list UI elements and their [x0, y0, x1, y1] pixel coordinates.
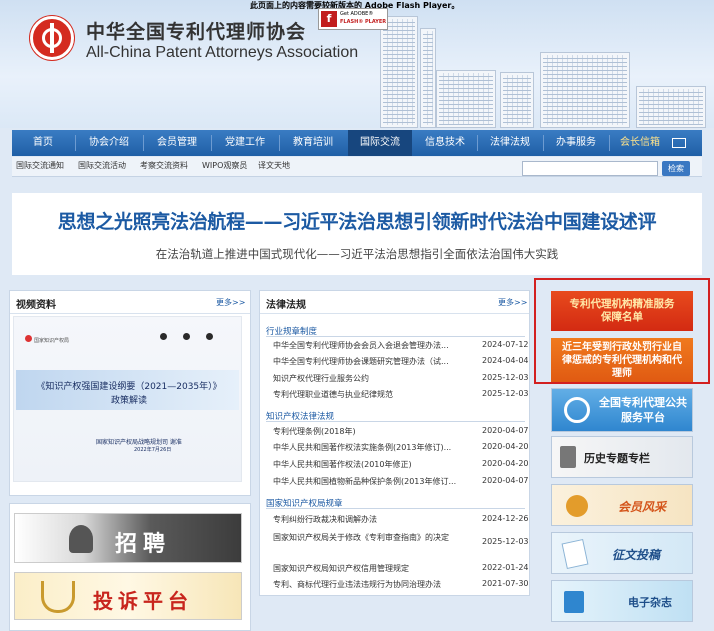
- public-service-platform-button[interactable]: 全国专利代理公共服务平台: [551, 388, 693, 432]
- subnav-item-translations[interactable]: 译文天地: [258, 160, 290, 171]
- public-service-platform-label: 全国专利代理公共服务平台: [599, 396, 687, 424]
- nav-item-members[interactable]: 会员管理: [144, 130, 210, 156]
- cnipa-logo-icon: [25, 335, 32, 342]
- law-date: 2024-07-12: [482, 340, 529, 349]
- law-date: 2022-01-24: [482, 563, 529, 572]
- search-button[interactable]: 检索: [662, 161, 690, 176]
- law-date: 2020-04-20: [482, 442, 529, 451]
- video-org: 国家知识产权局战略规划司 谢准: [96, 439, 182, 446]
- ezine-button[interactable]: 电子杂志: [551, 580, 693, 622]
- nav-item-about[interactable]: 协会介绍: [76, 130, 142, 156]
- nav-item-international[interactable]: 国际交流: [348, 130, 412, 156]
- book-icon: [560, 446, 576, 468]
- building-image: [420, 28, 436, 128]
- video-panel-title: 视频资料: [16, 300, 56, 311]
- dot-decoration: [183, 333, 190, 340]
- subnav-item-materials[interactable]: 考察交流资料: [140, 160, 188, 171]
- building-image: [380, 16, 418, 128]
- globe-icon: [564, 397, 590, 423]
- subnav-item-wipo[interactable]: WIPO观察员: [202, 160, 247, 171]
- mail-icon[interactable]: [672, 138, 686, 148]
- law-item[interactable]: 国家知识产权局关于修改《专利审查指南》的决定: [273, 530, 453, 562]
- laws-more-link[interactable]: 更多>>: [498, 297, 527, 308]
- building-image: [500, 72, 534, 128]
- video-more-link[interactable]: 更多>>: [216, 297, 245, 308]
- recruit-banner[interactable]: 招聘: [14, 513, 242, 563]
- ezine-label: 电子杂志: [628, 596, 672, 609]
- search-input[interactable]: [522, 161, 658, 176]
- subnav-item-activities[interactable]: 国际交流活动: [78, 160, 126, 171]
- subnav-item-notice[interactable]: 国际交流通知: [16, 160, 64, 171]
- video-date: 2022年7月26日: [134, 447, 172, 453]
- member-style-button[interactable]: 会员风采: [551, 484, 693, 526]
- nav-item-training[interactable]: 教育培训: [280, 130, 346, 156]
- video-title-line1: 《知识产权强国建设纲要（2021—2035年）》: [36, 382, 222, 392]
- law-date: 2020-04-20: [482, 459, 529, 468]
- paper-icon: [561, 538, 589, 570]
- law-date: 2020-04-07: [482, 426, 529, 435]
- precision-service-list-banner[interactable]: 专利代理机构精准服务保障名单: [551, 291, 693, 331]
- law-item[interactable]: 中华人民共和国著作权法实施条例(2013年修订)...: [273, 442, 468, 453]
- magazine-icon: [564, 591, 584, 613]
- scales-icon: [41, 581, 75, 613]
- law-date: 2024-04-04: [482, 356, 529, 365]
- law-item[interactable]: 专利代理条例(2018年): [273, 426, 468, 437]
- banner-title[interactable]: 思想之光照亮法治航程——习近平法治思想引领新时代法治中国建设述评: [12, 207, 702, 234]
- member-style-label: 会员风采: [618, 500, 667, 514]
- law-date: 2020-04-07: [482, 476, 529, 485]
- flash-icon: f: [321, 11, 337, 27]
- law-item[interactable]: 中华全国专利代理师协会会员入会退会管理办法...: [273, 340, 468, 351]
- nav-item-laws[interactable]: 法律法规: [478, 130, 542, 156]
- dot-decoration: [160, 333, 167, 340]
- essay-submission-button[interactable]: 征文投稿: [551, 532, 693, 574]
- history-column-label: 历史专题专栏: [584, 452, 650, 465]
- flash-badge-line1: Get ADOBE®: [340, 11, 374, 17]
- law-item[interactable]: 专利、商标代理行业违法违规行为协同治理办法: [273, 579, 468, 590]
- nav-item-it[interactable]: 信息技术: [414, 130, 476, 156]
- nav-item-party[interactable]: 党建工作: [212, 130, 278, 156]
- law-date: 2025-12-03: [482, 373, 529, 382]
- law-date: 2025-12-03: [482, 389, 529, 398]
- nav-item-services[interactable]: 办事服务: [544, 130, 608, 156]
- association-logo[interactable]: [30, 16, 74, 60]
- building-image: [636, 86, 706, 128]
- law-item[interactable]: 中华全国专利代理师协会课题研究管理办法（试...: [273, 356, 468, 367]
- complaint-banner[interactable]: 投诉平台: [14, 572, 242, 620]
- headline-banner[interactable]: [12, 193, 702, 275]
- person-icon: [69, 525, 93, 553]
- penalty-list-banner[interactable]: 近三年受到行政处罚行业自律惩戒的专利代理机构和代理师: [551, 338, 693, 382]
- recruit-label: 招聘: [115, 531, 172, 557]
- banner-subtitle[interactable]: 在法治轨道上推进中国式现代化——习近平法治思想指引全面依法治国伟大实践: [12, 246, 702, 262]
- history-column-button[interactable]: 历史专题专栏: [551, 436, 693, 478]
- site-name-cn: 中华全国专利代理师协会: [86, 21, 307, 43]
- cnipa-logo-text: 国家知识产权局: [34, 338, 70, 344]
- law-item[interactable]: 专利代理职业道德与执业纪律规范: [273, 389, 468, 400]
- video-title-line2: 政策解读: [110, 396, 147, 406]
- law-item[interactable]: 知识产权代理行业服务公约: [273, 373, 468, 384]
- law-item[interactable]: 国家知识产权局知识产权信用管理规定: [273, 563, 468, 574]
- building-image: [540, 52, 630, 128]
- get-flash-player-button[interactable]: f Get ADOBE® FLASH® PLAYER: [318, 8, 388, 30]
- flash-badge-line2: FLASH® PLAYER: [340, 19, 387, 25]
- laws-panel-title: 法律法规: [266, 300, 306, 311]
- dot-decoration: [206, 333, 213, 340]
- flower-icon: [566, 495, 588, 517]
- law-item[interactable]: 中华人民共和国植物新品种保护条例(2013年修订...: [273, 476, 468, 487]
- complaint-label: 投诉平台: [93, 589, 193, 613]
- law-item[interactable]: 专利纠纷行政裁决和调解办法: [273, 514, 468, 525]
- building-image: [436, 70, 496, 128]
- law-date: 2025-12-03: [482, 537, 529, 546]
- main-nav: 首页 协会介绍 会员管理 党建工作 教育培训 国际交流 信息技术 法律法规 办事…: [12, 130, 702, 156]
- nav-item-president-mailbox[interactable]: 会长信箱: [612, 130, 668, 156]
- law-date: 2021-07-30: [482, 579, 529, 588]
- law-date: 2024-12-26: [482, 514, 529, 523]
- law-item[interactable]: 中华人民共和国著作权法(2010年修正): [273, 459, 468, 470]
- essay-submission-label: 征文投稿: [612, 548, 661, 562]
- nav-item-home[interactable]: 首页: [12, 130, 74, 156]
- site-name-en: All-China Patent Attorneys Association: [86, 44, 359, 61]
